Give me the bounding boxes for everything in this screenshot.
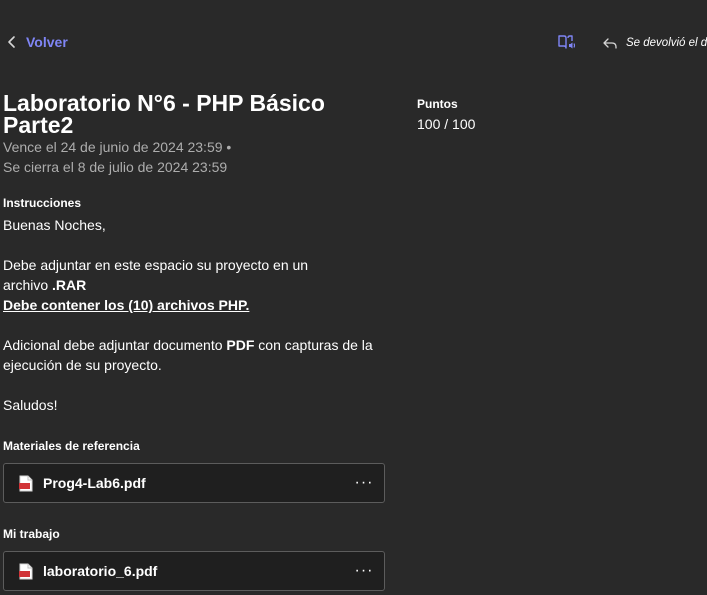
reference-more-options-button[interactable]: ··· [344,474,384,492]
reference-file-name: Prog4-Lab6.pdf [43,475,146,491]
instructions-line-1: Debe adjuntar en este espacio su proyect… [3,257,309,273]
instructions-greeting: Buenas Noches, [3,217,106,233]
back-label: Volver [26,34,68,50]
returned-text: Se devolvió el d [626,37,707,49]
immersive-reader-icon [558,35,576,49]
returned-status: Se devolvió el d [603,34,707,52]
my-work-label: Mi trabajo [3,527,60,541]
due-date: Vence el 24 de junio de 2024 23:59 • [3,139,232,155]
immersive-reader-button[interactable] [558,34,576,55]
instructions-label: Instrucciones [3,196,82,210]
my-work-file-card[interactable]: laboratorio_6.pdf ··· [3,551,385,591]
instructions-line-3: Debe contener los (10) archivos PHP. [3,297,250,313]
pdf-file-icon [19,475,33,491]
instructions-closing: Saludos! [3,397,58,413]
points-label: Puntos [417,97,458,111]
due-dates: Vence el 24 de junio de 2024 23:59 • Se … [3,137,383,177]
reference-file-card[interactable]: Prog4-Lab6.pdf ··· [3,463,385,503]
points-value: 100 / 100 [417,116,476,132]
my-work-more-options-button[interactable]: ··· [344,562,384,580]
back-button[interactable]: Volver [6,32,68,52]
reply-arrow-icon [603,38,617,49]
chevron-left-icon [8,36,15,48]
reference-materials-label: Materiales de referencia [3,439,140,453]
pdf-file-icon [19,563,33,579]
instructions-body: Buenas Noches, Debe adjuntar en este esp… [3,215,383,415]
close-date: Se cierra el 8 de julio de 2024 23:59 [3,159,228,175]
instructions-line-2: archivo .RAR [3,277,87,293]
assignment-title: Laboratorio N°6 - PHP Básico Parte2 [3,90,325,138]
instructions-line-4: Adicional debe adjuntar documento PDF co… [3,337,373,373]
my-work-file-name: laboratorio_6.pdf [43,563,158,579]
